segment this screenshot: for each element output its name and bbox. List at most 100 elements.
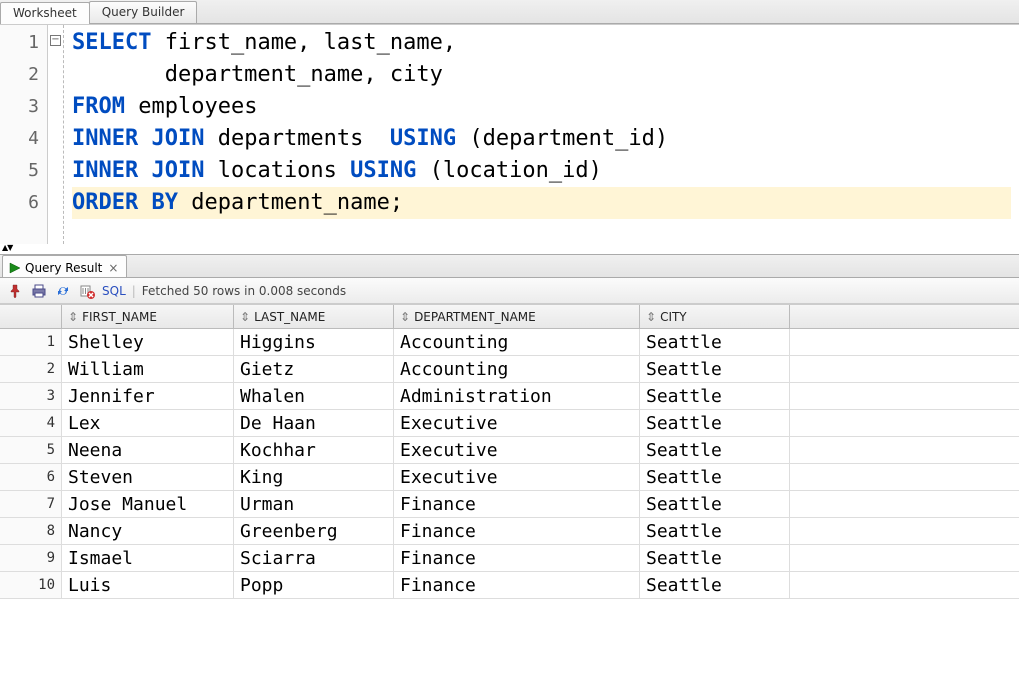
line-number: 3 (0, 91, 47, 123)
rownum-cell: 4 (0, 410, 62, 436)
cell-first: Jose Manuel (62, 491, 234, 517)
close-icon[interactable]: × (108, 261, 118, 275)
table-row[interactable]: 1ShelleyHigginsAccountingSeattle (0, 329, 1019, 356)
result-tab-label: Query Result (25, 261, 102, 275)
line-number: 1 (0, 27, 47, 59)
rownum-header (0, 305, 62, 328)
refresh-icon[interactable] (54, 282, 72, 300)
cell-last: Kochhar (234, 437, 394, 463)
cell-city: Seattle (640, 356, 790, 382)
cell-first: Ismael (62, 545, 234, 571)
cell-last: Sciarra (234, 545, 394, 571)
cell-first: Shelley (62, 329, 234, 355)
fold-toggle-icon[interactable]: − (50, 35, 61, 46)
line-number-gutter: 123456 (0, 25, 48, 244)
tab-worksheet[interactable]: Worksheet (0, 2, 90, 24)
sort-icon: ⇕ (400, 311, 410, 323)
cell-dept: Finance (394, 545, 640, 571)
rownum-cell: 8 (0, 518, 62, 544)
code-line[interactable]: ORDER BY department_name; (72, 187, 1011, 219)
cell-first: Nancy (62, 518, 234, 544)
cell-first: Steven (62, 464, 234, 490)
line-number: 4 (0, 123, 47, 155)
line-number: 6 (0, 187, 47, 219)
result-tabs: Query Result × (0, 254, 1019, 278)
tab-query-builder[interactable]: Query Builder (89, 1, 198, 23)
table-row[interactable]: 10LuisPoppFinanceSeattle (0, 572, 1019, 599)
sort-icon: ⇕ (240, 311, 250, 323)
sort-icon: ⇕ (68, 311, 78, 323)
code-line[interactable]: SELECT first_name, last_name, (72, 27, 1011, 59)
rownum-cell: 3 (0, 383, 62, 409)
cell-first: Neena (62, 437, 234, 463)
rownum-cell: 2 (0, 356, 62, 382)
table-row[interactable]: 7Jose ManuelUrmanFinanceSeattle (0, 491, 1019, 518)
col-header-city[interactable]: ⇕ CITY (640, 305, 790, 328)
code-line[interactable]: INNER JOIN departments USING (department… (72, 123, 1011, 155)
cell-city: Seattle (640, 464, 790, 490)
editor-tabs: Worksheet Query Builder (0, 0, 1019, 24)
rownum-cell: 9 (0, 545, 62, 571)
col-label: DEPARTMENT_NAME (414, 310, 536, 324)
sql-link[interactable]: SQL (102, 284, 126, 298)
rownum-cell: 6 (0, 464, 62, 490)
table-row[interactable]: 9IsmaelSciarraFinanceSeattle (0, 545, 1019, 572)
cell-city: Seattle (640, 518, 790, 544)
code-line[interactable]: FROM employees (72, 91, 1011, 123)
cell-last: Gietz (234, 356, 394, 382)
separator: | (132, 284, 136, 298)
grid-body: 1ShelleyHigginsAccountingSeattle2William… (0, 329, 1019, 599)
cell-city: Seattle (640, 545, 790, 571)
cell-dept: Finance (394, 491, 640, 517)
cell-first: Lex (62, 410, 234, 436)
rownum-cell: 5 (0, 437, 62, 463)
table-row[interactable]: 8NancyGreenbergFinanceSeattle (0, 518, 1019, 545)
table-row[interactable]: 2WilliamGietzAccountingSeattle (0, 356, 1019, 383)
cell-last: Higgins (234, 329, 394, 355)
rownum-cell: 1 (0, 329, 62, 355)
cell-city: Seattle (640, 491, 790, 517)
table-row[interactable]: 6StevenKingExecutiveSeattle (0, 464, 1019, 491)
delete-icon[interactable] (78, 282, 96, 300)
cell-first: William (62, 356, 234, 382)
line-number: 5 (0, 155, 47, 187)
cell-dept: Accounting (394, 356, 640, 382)
col-label: FIRST_NAME (82, 310, 157, 324)
code-line[interactable]: department_name, city (72, 59, 1011, 91)
cell-last: Popp (234, 572, 394, 598)
code-area[interactable]: SELECT first_name, last_name, department… (64, 25, 1019, 244)
cell-dept: Executive (394, 410, 640, 436)
grid-header: ⇕ FIRST_NAME ⇕ LAST_NAME ⇕ DEPARTMENT_NA… (0, 305, 1019, 329)
sql-editor: 123456 − SELECT first_name, last_name, d… (0, 24, 1019, 244)
sort-icon: ⇕ (646, 311, 656, 323)
pin-icon[interactable] (6, 282, 24, 300)
cell-last: Whalen (234, 383, 394, 409)
table-row[interactable]: 4LexDe HaanExecutiveSeattle (0, 410, 1019, 437)
table-row[interactable]: 5NeenaKochharExecutiveSeattle (0, 437, 1019, 464)
run-icon (9, 262, 21, 274)
rownum-cell: 10 (0, 572, 62, 598)
result-grid: ⇕ FIRST_NAME ⇕ LAST_NAME ⇕ DEPARTMENT_NA… (0, 304, 1019, 599)
tab-query-result[interactable]: Query Result × (2, 255, 127, 277)
table-row[interactable]: 3JenniferWhalenAdministrationSeattle (0, 383, 1019, 410)
code-line[interactable]: INNER JOIN locations USING (location_id) (72, 155, 1011, 187)
line-number: 2 (0, 59, 47, 91)
cell-dept: Finance (394, 518, 640, 544)
cell-city: Seattle (640, 383, 790, 409)
cell-first: Luis (62, 572, 234, 598)
cell-last: King (234, 464, 394, 490)
splitter-handle[interactable]: ▲▼ (0, 244, 1019, 254)
cell-city: Seattle (640, 329, 790, 355)
col-header-first-name[interactable]: ⇕ FIRST_NAME (62, 305, 234, 328)
col-label: CITY (660, 310, 687, 324)
cell-last: De Haan (234, 410, 394, 436)
cell-first: Jennifer (62, 383, 234, 409)
fetch-status: Fetched 50 rows in 0.008 seconds (142, 284, 346, 298)
col-header-department-name[interactable]: ⇕ DEPARTMENT_NAME (394, 305, 640, 328)
col-header-last-name[interactable]: ⇕ LAST_NAME (234, 305, 394, 328)
cell-city: Seattle (640, 410, 790, 436)
cell-city: Seattle (640, 437, 790, 463)
print-icon[interactable] (30, 282, 48, 300)
col-label: LAST_NAME (254, 310, 325, 324)
cell-last: Urman (234, 491, 394, 517)
